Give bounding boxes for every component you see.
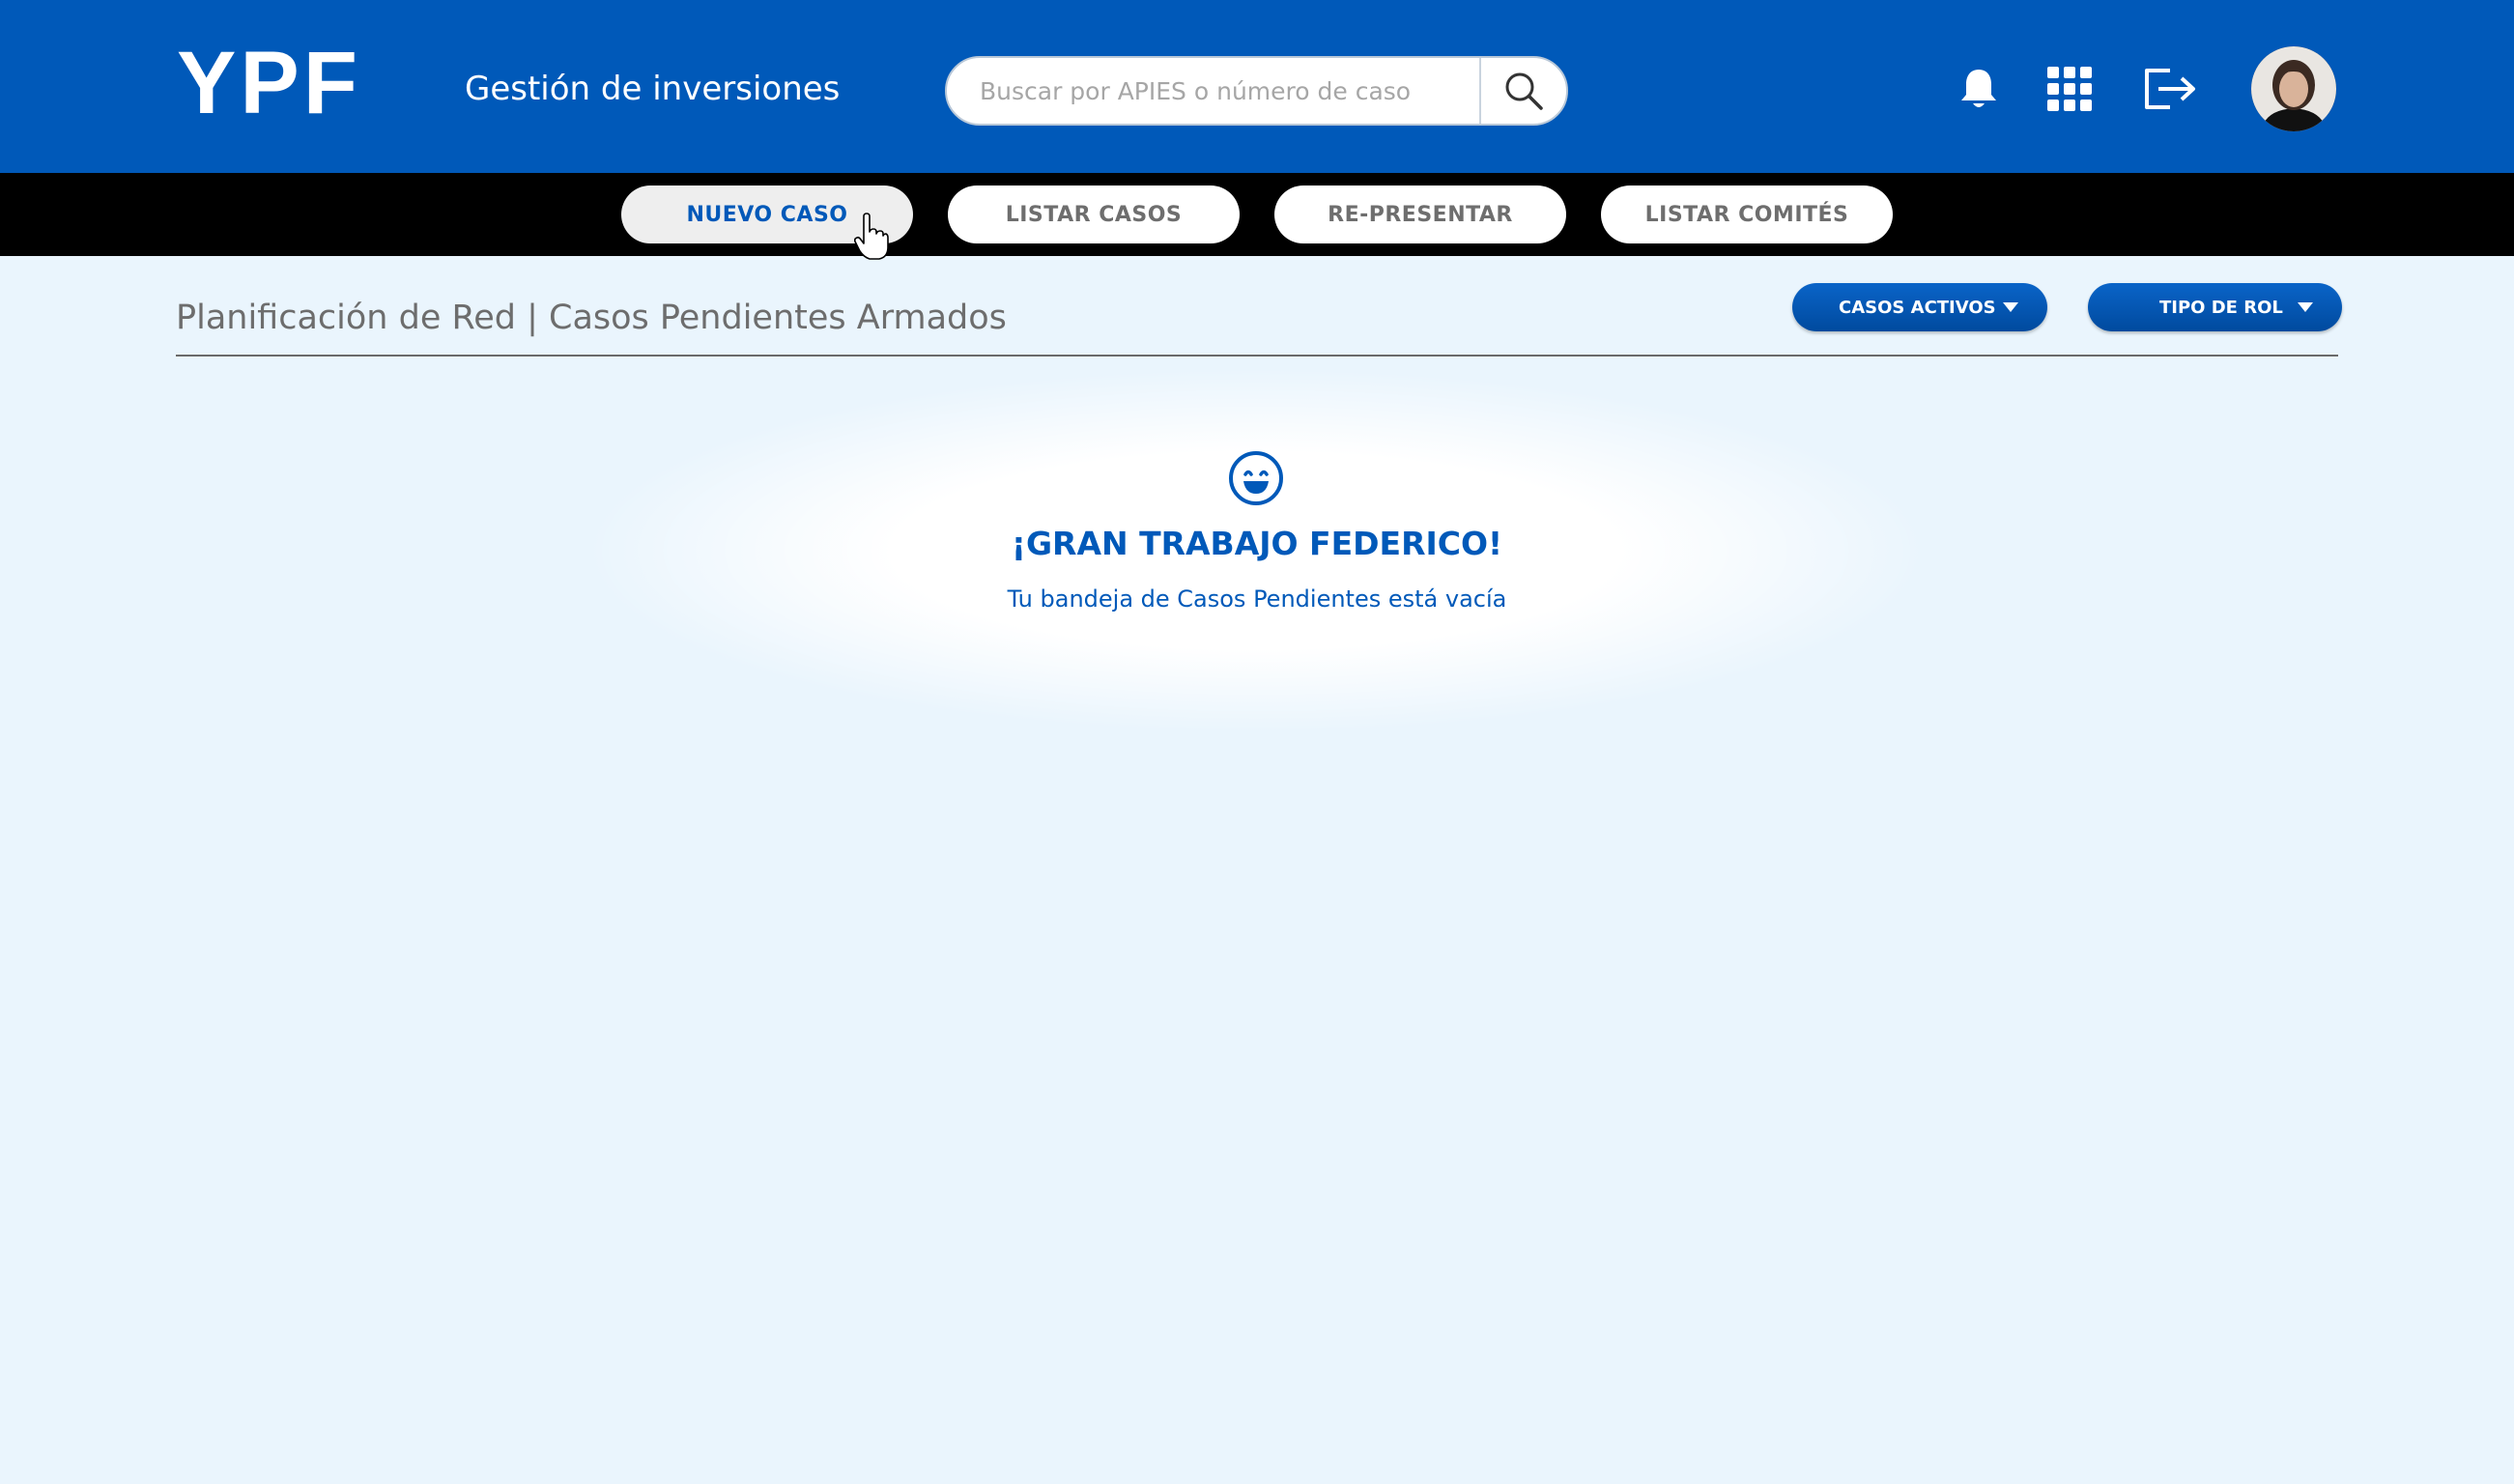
dropdown-label: TIPO DE ROL [2159,297,2283,318]
section-divider [176,355,2338,357]
apps-button[interactable] [2041,60,2099,118]
main-nav: NUEVO CASO LISTAR CASOS RE-PRESENTAR LIS… [0,173,2514,256]
caret-down-icon [2298,302,2313,312]
empty-state-subtitle: Tu bandeja de Casos Pendientes está vací… [1007,585,1507,613]
logout-button[interactable] [2141,60,2199,118]
page-title: Planificación de Red | Casos Pendientes … [176,299,1007,337]
logo-text: YPF [177,34,361,132]
nav-listar-casos[interactable]: LISTAR CASOS [948,186,1240,243]
dropdown-label: CASOS ACTIVOS [1839,297,1996,318]
smiley-icon [1229,451,1283,505]
caret-down-icon [2003,302,2018,312]
search-input[interactable] [947,58,1479,124]
search-icon [1505,72,1543,110]
top-header: YPF Gestión de inversiones [0,0,2514,173]
notifications-button[interactable] [1950,60,2008,118]
bell-icon [1961,70,1996,107]
empty-state-title: ¡GRAN TRABAJO FEDERICO! [1011,525,1503,562]
app-title: Gestión de inversiones [465,70,841,108]
ypf-logo[interactable]: YPF [177,34,361,132]
tipo-de-rol-dropdown[interactable]: TIPO DE ROL [2088,283,2342,331]
search-bar [945,56,1568,126]
apps-grid-icon [2047,67,2092,111]
search-button[interactable] [1479,58,1566,124]
app: YPF Gestión de inversiones Buscar por AP… [0,0,2514,1484]
hand-cursor-icon [854,213,889,260]
avatar-image [2251,46,2336,131]
casos-activos-dropdown[interactable]: CASOS ACTIVOS [1792,283,2047,331]
nav-listar-comites[interactable]: LISTAR COMITÉS [1601,186,1893,243]
user-avatar[interactable] [2251,46,2336,131]
nav-re-presentar[interactable]: RE-PRESENTAR [1274,186,1566,243]
logout-icon [2145,69,2195,109]
